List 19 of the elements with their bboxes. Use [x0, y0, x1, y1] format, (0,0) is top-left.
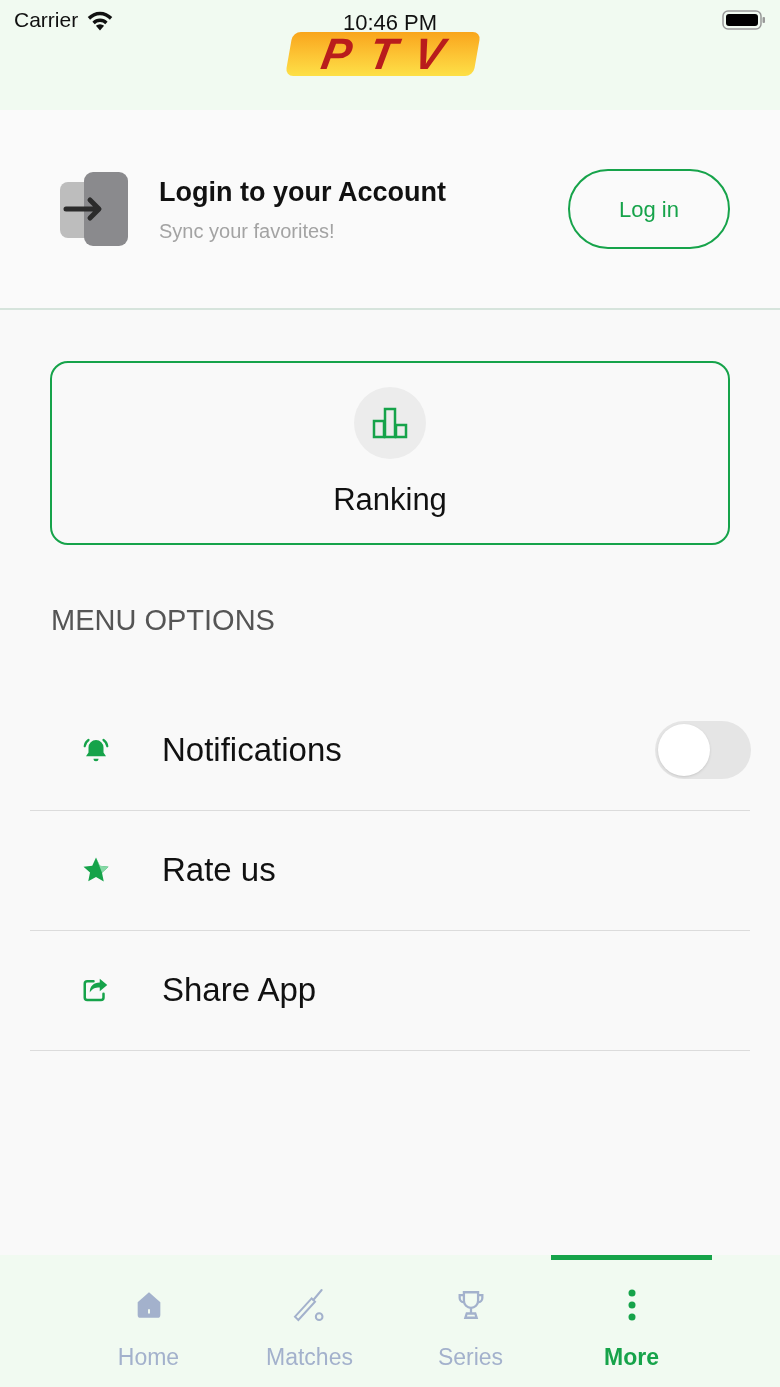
tab[interactable]: Home — [68, 1255, 229, 1387]
carrier-label: Carrier — [14, 7, 79, 34]
menu-item[interactable]: Share App — [30, 930, 750, 1051]
more-icon — [627, 1289, 636, 1321]
menu-item[interactable]: Notifications — [30, 690, 750, 811]
login-icon — [60, 172, 128, 246]
ranking-label: Ranking — [333, 481, 447, 519]
login-button[interactable]: Log in — [568, 169, 730, 249]
wifi-icon — [86, 9, 115, 31]
tab[interactable]: Matches — [229, 1255, 390, 1387]
login-title: Login to your Account — [159, 175, 447, 209]
battery-icon — [722, 9, 766, 31]
logo: PTV — [285, 32, 481, 76]
ranking-card[interactable]: Ranking — [50, 361, 730, 545]
tab[interactable]: Series — [390, 1255, 551, 1387]
menu-heading: MENU OPTIONS — [51, 603, 276, 638]
tab[interactable]: More — [551, 1255, 712, 1387]
login-subtitle: Sync your favorites! — [159, 219, 336, 245]
menu-item[interactable]: Rate us — [30, 810, 750, 931]
